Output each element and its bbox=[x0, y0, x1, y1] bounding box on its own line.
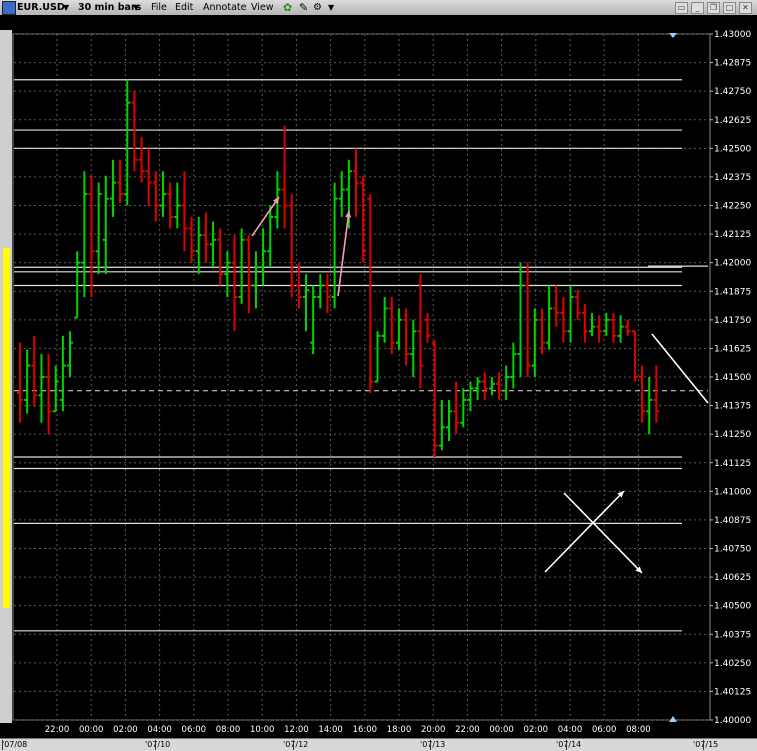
settings-icon[interactable]: ⚙ bbox=[313, 0, 322, 15]
x-tick-label: 02:00 bbox=[524, 725, 549, 735]
price-chart[interactable]: 1.43000 1.42875 1.42750 1.42625 1.42500 1.423… bbox=[0, 15, 757, 738]
x-tick-label: 00:00 bbox=[79, 725, 104, 735]
y-tick-label: 1.42000 bbox=[714, 259, 751, 269]
restore-icon[interactable]: ❐ bbox=[707, 2, 720, 14]
x-tick-label: 14:00 bbox=[318, 725, 343, 735]
date-tick-label: '07/10 bbox=[145, 740, 171, 749]
x-tick-label: 02:00 bbox=[113, 725, 138, 735]
bar-size-dropdown-icon[interactable]: ▼ bbox=[133, 0, 139, 15]
x-tick-label: 06:00 bbox=[182, 725, 207, 735]
date-tick-mark bbox=[430, 740, 431, 750]
y-tick-label: 1.40375 bbox=[714, 630, 751, 640]
tools-icon[interactable]: ✎ bbox=[299, 0, 308, 15]
menu-view[interactable]: View bbox=[251, 0, 274, 15]
chart-window-icon[interactable] bbox=[2, 1, 16, 15]
x-tick-label: 10:00 bbox=[250, 725, 275, 735]
date-tick-mark bbox=[703, 740, 704, 750]
x-tick-label: 22:00 bbox=[45, 725, 70, 735]
y-tick-label: 1.41125 bbox=[714, 459, 751, 469]
y-tick-label: 1.40000 bbox=[714, 716, 751, 726]
date-tick-label: '07/14 bbox=[556, 740, 582, 749]
date-tick-label: '07/08 bbox=[2, 740, 28, 749]
palette-icon[interactable]: ✿ bbox=[283, 0, 292, 15]
y-tick-label: 1.41250 bbox=[714, 430, 751, 440]
symbol-dropdown-icon[interactable]: ▼ bbox=[63, 0, 69, 15]
menu-edit[interactable]: Edit bbox=[175, 0, 193, 15]
date-tick-label: '07/12 bbox=[283, 740, 309, 749]
maximize-icon[interactable]: □ bbox=[723, 2, 736, 14]
lock-icon[interactable]: ▭ bbox=[675, 2, 688, 14]
y-tick-label: 1.42625 bbox=[714, 116, 751, 126]
close-icon[interactable]: ✕ bbox=[739, 2, 752, 14]
y-tick-label: 1.41875 bbox=[714, 287, 751, 297]
y-tick-label: 1.41375 bbox=[714, 402, 751, 412]
y-tick-label: 1.40625 bbox=[714, 573, 751, 583]
date-tick-label: '07/13 bbox=[420, 740, 446, 749]
x-tick-label: 04:00 bbox=[558, 725, 583, 735]
x-tick-label: 04:00 bbox=[147, 725, 172, 735]
x-tick-label: 08:00 bbox=[216, 725, 241, 735]
x-tick-label: 16:00 bbox=[353, 725, 378, 735]
x-tick-label: 18:00 bbox=[387, 725, 412, 735]
y-tick-label: 1.41750 bbox=[714, 316, 751, 326]
bar-size-label[interactable]: 30 min bars bbox=[78, 0, 141, 15]
symbol-label[interactable]: EUR.USD bbox=[17, 0, 65, 15]
y-tick-label: 1.41500 bbox=[714, 373, 751, 383]
date-tick-mark bbox=[2, 740, 3, 750]
more-dropdown-icon[interactable]: ▼ bbox=[328, 0, 334, 15]
x-tick-label: 20:00 bbox=[421, 725, 446, 735]
date-tick-mark bbox=[293, 740, 294, 750]
y-tick-label: 1.40875 bbox=[714, 516, 751, 526]
x-tick-label: 12:00 bbox=[284, 725, 309, 735]
x-tick-label: 08:00 bbox=[626, 725, 651, 735]
date-axis-bar: '07/08 '07/10 '07/12 '07/13 '07/14 '07/15 bbox=[0, 738, 757, 751]
y-tick-label: 1.42500 bbox=[714, 144, 751, 154]
y-tick-label: 1.42125 bbox=[714, 230, 751, 240]
x-tick-label: 00:00 bbox=[489, 725, 514, 735]
date-tick-mark bbox=[566, 740, 567, 750]
y-tick-label: 1.41625 bbox=[714, 344, 751, 354]
y-tick-label: 1.40500 bbox=[714, 602, 751, 612]
y-tick-label: 1.42375 bbox=[714, 173, 751, 183]
y-tick-label: 1.40125 bbox=[714, 687, 751, 697]
x-tick-label: 22:00 bbox=[455, 725, 480, 735]
y-tick-label: 1.42875 bbox=[714, 59, 751, 69]
y-tick-label: 1.43000 bbox=[714, 30, 751, 40]
y-tick-label: 1.42750 bbox=[714, 87, 751, 97]
y-tick-label: 1.40750 bbox=[714, 545, 751, 555]
menu-file[interactable]: File bbox=[151, 0, 167, 15]
y-tick-label: 1.42250 bbox=[714, 202, 751, 212]
date-tick-label: '07/15 bbox=[693, 740, 719, 749]
left-accent-bar bbox=[3, 248, 10, 608]
y-tick-label: 1.41000 bbox=[714, 487, 751, 497]
menu-annotate[interactable]: Annotate bbox=[203, 0, 246, 15]
y-tick-label: 1.40250 bbox=[714, 659, 751, 669]
x-tick-label: 06:00 bbox=[592, 725, 617, 735]
chart-toolbar: EUR.USD ▼ 30 min bars ▼ File Edit Annota… bbox=[0, 0, 757, 16]
minimize-icon[interactable]: _ bbox=[691, 2, 704, 14]
date-tick-mark bbox=[155, 740, 156, 750]
